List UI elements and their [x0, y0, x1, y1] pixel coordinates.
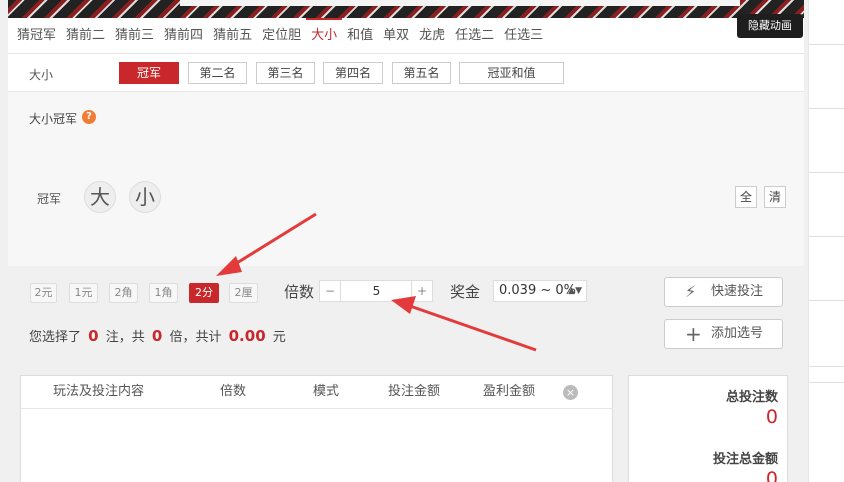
subtab-fifth[interactable]: 第五名 — [392, 62, 451, 84]
multiplier-label: 倍数 — [284, 283, 315, 301]
subtab-champion[interactable]: 冠军 — [119, 62, 179, 84]
side-divider — [809, 172, 844, 173]
summary-amount-unit: 元 — [272, 330, 286, 345]
total-count-value: 0 — [765, 406, 778, 428]
summary-prefix: 您选择了 — [29, 330, 82, 345]
stripe-highlight — [180, 0, 740, 6]
right-side-panel — [808, 0, 844, 482]
unit-2yuan[interactable]: 2元 — [30, 283, 57, 303]
play-title: 大小冠军 — [29, 112, 78, 126]
subtab-champion-runnerup-sum[interactable]: 冠亚和值 — [459, 62, 564, 84]
column-header-profit: 盈利金额 — [483, 384, 536, 399]
tab-guess-champion[interactable]: 猜冠军 — [12, 18, 61, 54]
bolt-icon: ⚡ — [685, 282, 697, 301]
column-header-content: 玩法及投注内容 — [53, 384, 145, 399]
play-type-tabs: 猜冠军 猜前二 猜前三 猜前四 猜前五 定位胆 大小 和值 单双 龙虎 任选二 … — [8, 17, 804, 54]
unit-2fen[interactable]: 2分 — [189, 283, 219, 303]
plus-icon: + — [685, 322, 702, 346]
totals-panel: 总投注数 0 投注总金额 0 — [628, 375, 788, 482]
help-icon[interactable]: ? — [82, 110, 96, 124]
ball-small[interactable]: 小 — [129, 181, 161, 213]
column-header-multiplier: 倍数 — [220, 384, 247, 399]
tab-guess-top4[interactable]: 猜前四 — [159, 18, 208, 54]
tab-size[interactable]: 大小 — [306, 17, 343, 54]
unit-2jiao[interactable]: 2角 — [109, 283, 138, 303]
bet-panel: 猜冠军 猜前二 猜前三 猜前四 猜前五 定位胆 大小 和值 单双 龙虎 任选二 … — [8, 17, 804, 362]
side-divider — [809, 366, 844, 367]
add-number-label: 添加选号 — [711, 326, 764, 341]
table-header-divider — [21, 408, 612, 409]
prize-value: 0.039 ~ 0% — [499, 283, 576, 298]
bet-controls: 2元 1元 2角 1角 2分 2厘 倍数 − + 奖金 0.039 ~ 0% ▲… — [8, 266, 804, 362]
hide-animation-button[interactable]: 隐藏动画 — [737, 14, 803, 38]
unit-2li[interactable]: 2厘 — [229, 283, 258, 303]
summary-bets-unit: 注，共 — [105, 330, 145, 345]
subtab-third[interactable]: 第三名 — [256, 62, 315, 84]
side-divider — [809, 382, 844, 383]
clear-list-icon[interactable]: × — [563, 385, 578, 400]
total-amount-label: 投注总金额 — [712, 452, 778, 467]
tab-odd-even[interactable]: 单双 — [378, 18, 414, 54]
row-label-champion: 冠军 — [37, 192, 62, 206]
quick-bet-label: 快速投注 — [711, 284, 764, 299]
sub-tabs-row: 大小 冠军 第二名 第三名 第四名 第五名 冠亚和值 — [8, 54, 804, 92]
side-divider — [809, 236, 844, 237]
tab-dragon-tiger[interactable]: 龙虎 — [414, 18, 450, 54]
tab-pick3[interactable]: 任选三 — [499, 18, 548, 54]
side-divider — [809, 44, 844, 45]
tab-guess-top3[interactable]: 猜前三 — [110, 18, 159, 54]
bet-list-table: 玩法及投注内容 倍数 模式 投注金额 盈利金额 × — [20, 375, 613, 482]
select-all-button[interactable]: 全 — [735, 186, 757, 208]
subtab-second[interactable]: 第二名 — [188, 62, 247, 84]
tab-position[interactable]: 定位胆 — [257, 18, 306, 54]
summary-times-unit: 倍，共计 — [169, 330, 222, 345]
multiplier-plus-button[interactable]: + — [411, 281, 432, 301]
summary-amount: 0.00 — [228, 327, 266, 345]
quick-bet-button[interactable]: ⚡ 快速投注 — [664, 277, 783, 307]
multiplier-stepper: − + — [319, 280, 433, 302]
total-amount-value: 0 — [765, 468, 778, 482]
prize-select[interactable]: 0.039 ~ 0% ▲▼ — [493, 280, 587, 302]
tab-sum[interactable]: 和值 — [342, 18, 378, 54]
tab-guess-top2[interactable]: 猜前二 — [61, 18, 110, 54]
ball-big[interactable]: 大 — [84, 181, 116, 213]
tab-pick2[interactable]: 任选二 — [450, 18, 499, 54]
multiplier-minus-button[interactable]: − — [320, 281, 341, 301]
sub-tabs-label: 大小 — [29, 68, 54, 82]
side-divider — [809, 300, 844, 301]
unit-1jiao[interactable]: 1角 — [149, 283, 178, 303]
total-count-label: 总投注数 — [725, 390, 778, 405]
unit-1yuan[interactable]: 1元 — [69, 283, 98, 303]
side-divider — [809, 108, 844, 109]
tab-guess-top5[interactable]: 猜前五 — [208, 18, 257, 54]
add-number-button[interactable]: + 添加选号 — [664, 319, 783, 349]
column-header-mode: 模式 — [313, 384, 340, 399]
selection-summary: 您选择了 0 注，共 0 倍，共计 0.00 元 — [29, 326, 286, 345]
subtab-fourth[interactable]: 第四名 — [323, 62, 383, 84]
multiplier-input[interactable] — [342, 281, 411, 301]
clear-button[interactable]: 清 — [764, 186, 786, 208]
summary-times: 0 — [151, 327, 163, 345]
prize-label: 奖金 — [450, 283, 481, 301]
summary-bet-count: 0 — [88, 327, 99, 345]
column-header-amount: 投注金额 — [388, 384, 441, 399]
updown-arrow-icon: ▲▼ — [568, 286, 582, 296]
lottery-bet-page: 猜冠军 猜前二 猜前三 猜前四 猜前五 定位胆 大小 和值 单双 龙虎 任选二 … — [0, 0, 844, 482]
number-selection-area: 大小冠军 ? 冠军 大 小 全 清 — [8, 92, 804, 266]
